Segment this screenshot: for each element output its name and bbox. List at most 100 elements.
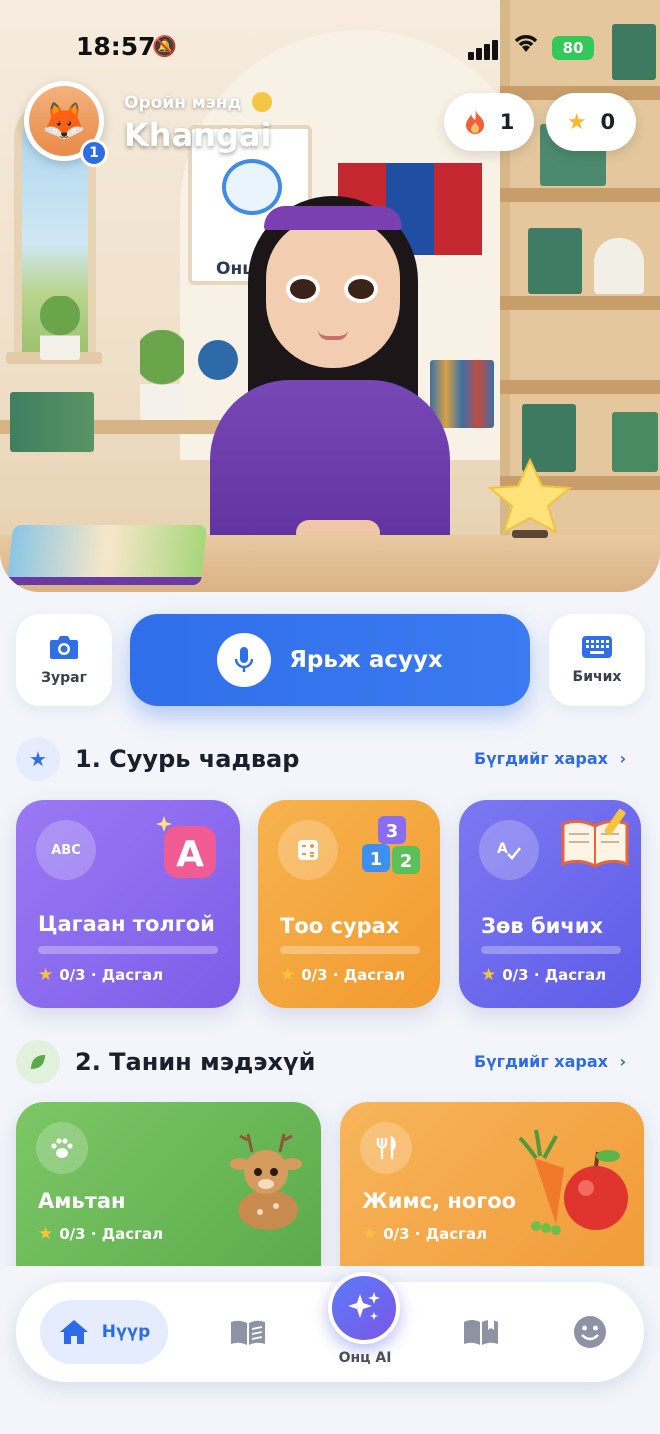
avatar-level-badge: 1	[80, 139, 108, 167]
number-blocks-icon: 3 1 2	[362, 816, 420, 874]
card-meta-label: 0/3 · Дасгал	[59, 1225, 164, 1243]
svg-text:A: A	[176, 834, 204, 875]
username: Khangai	[124, 116, 272, 154]
chevron-right-icon: ›	[619, 749, 627, 768]
card-title: Амьтан	[38, 1189, 126, 1213]
nav-library-tab[interactable]	[459, 1310, 503, 1354]
plant	[140, 330, 184, 420]
star-icon: ★	[38, 965, 54, 985]
nav-home-label: Нүүр	[101, 1322, 151, 1342]
status-time: 18:57	[76, 32, 156, 61]
card-meta: ★ 0/3 · Дасгал	[38, 965, 163, 985]
girl-headband	[264, 206, 402, 230]
stars-count: 0	[600, 110, 616, 134]
card-meta-label: 0/3 · Дасгал	[502, 966, 607, 984]
card-title: Зөв бичих	[481, 914, 604, 938]
course-card-numbers[interactable]: 3 1 2 Тоо сурах ★ 0/3 · Дасгал	[258, 800, 440, 1008]
chevron-right-icon: ›	[619, 1052, 627, 1071]
card-meta-label: 0/3 · Дасгал	[301, 966, 406, 984]
smiley-icon	[574, 1316, 606, 1348]
section-leaf-icon	[16, 1040, 60, 1084]
write-button-label: Бичих	[572, 669, 622, 685]
open-book	[6, 525, 208, 585]
photo-button-label: Зураг	[41, 670, 87, 686]
cellular-signal-icon	[468, 38, 502, 60]
wifi-icon	[512, 32, 540, 60]
logo-face	[222, 159, 282, 215]
card-title: Жимс, ногоо	[362, 1189, 517, 1213]
sun-icon	[252, 92, 272, 112]
see-all-label: Бүгдийг харах	[474, 1052, 608, 1071]
ai-assistant-label: Онц AI	[338, 1350, 392, 1366]
apple-carrot-icon	[518, 1129, 628, 1235]
letter-a-icon: A	[156, 816, 216, 878]
star-icon: ★	[362, 1224, 378, 1244]
section-title: 1. Суурь чадвар	[75, 745, 300, 773]
star-icon: ★	[481, 965, 497, 985]
svg-text:1: 1	[370, 849, 383, 870]
book	[528, 228, 582, 294]
write-button[interactable]: Бичих	[549, 614, 645, 706]
star-icon: ★	[280, 965, 296, 985]
card-progress-bar	[38, 946, 218, 954]
speak-ask-button[interactable]: Ярьж асуух	[130, 614, 530, 706]
nav-profile-tab[interactable]	[568, 1310, 612, 1354]
see-all-link[interactable]: Бүгдийг харах ›	[474, 1052, 626, 1071]
book-row	[430, 360, 494, 428]
book	[612, 412, 658, 472]
deer-icon	[230, 1133, 302, 1230]
course-card-spelling[interactable]: A Зөв бичих ★ 0/3 · Дасгал	[459, 800, 641, 1008]
spell-check-icon: A	[479, 820, 539, 880]
see-all-link[interactable]: Бүгдийг харах ›	[474, 749, 626, 768]
girl-eye	[344, 275, 378, 303]
nav-lessons-tab[interactable]	[226, 1310, 270, 1354]
section-star-icon: ★	[16, 737, 60, 781]
photo-button[interactable]: Зураг	[16, 614, 112, 706]
card-title: Тоо сурах	[280, 914, 400, 938]
keyboard-icon	[582, 636, 612, 658]
book	[10, 392, 94, 452]
girl-eye	[286, 275, 320, 303]
nav-home-tab[interactable]: Нүүр	[40, 1300, 168, 1364]
section-title: 2. Танин мэдэхүй	[75, 1048, 316, 1076]
card-meta-label: 0/3 · Дасгал	[383, 1225, 488, 1243]
fork-knife-icon	[360, 1122, 412, 1174]
sparkles-icon	[348, 1292, 380, 1320]
card-title: Цагаан толгой	[38, 912, 215, 936]
abc-icon: ABC	[36, 820, 96, 880]
book-open-bookmark-icon	[464, 1320, 498, 1345]
star-icon: ★	[566, 109, 587, 135]
mic-icon	[217, 633, 272, 687]
calculator-icon	[278, 820, 338, 880]
streak-pill[interactable]: 1	[444, 93, 534, 151]
book-icon	[231, 1320, 265, 1345]
card-progress-bar	[481, 946, 621, 954]
card-meta: ★ 0/3 · Дасгал	[481, 965, 606, 985]
card-meta: ★ 0/3 · Дасгал	[38, 1224, 163, 1244]
streak-count: 1	[499, 110, 515, 134]
course-card-animals[interactable]: Амьтан ★ 0/3 · Дасгал	[16, 1102, 321, 1292]
home-icon	[59, 1320, 88, 1344]
globe	[198, 340, 238, 380]
stars-pill[interactable]: ★ 0	[546, 93, 636, 151]
battery-indicator: 80	[552, 36, 594, 60]
svg-text:A: A	[497, 841, 508, 857]
camera-icon	[50, 636, 78, 659]
svg-text:3: 3	[386, 821, 399, 842]
ger-model	[594, 238, 644, 294]
course-card-fruits-vegetables[interactable]: Жимс, ногоо ★ 0/3 · Дасгал	[340, 1102, 644, 1292]
speak-ask-label: Ярьж асуух	[289, 647, 443, 673]
svg-text:2: 2	[400, 851, 413, 872]
open-book-pencil-icon	[561, 809, 629, 868]
bell-off-icon: 🔕	[152, 34, 177, 58]
card-meta-label: 0/3 · Дасгал	[59, 966, 164, 984]
plant	[40, 296, 80, 360]
card-meta: ★ 0/3 · Дасгал	[280, 965, 405, 985]
see-all-label: Бүгдийг харах	[474, 749, 608, 768]
paw-icon	[36, 1122, 88, 1174]
card-meta: ★ 0/3 · Дасгал	[362, 1224, 487, 1244]
status-bar: 18:57 🔕 80	[0, 0, 660, 96]
star-lamp-icon	[487, 458, 573, 538]
ai-assistant-button[interactable]	[328, 1272, 400, 1344]
course-card-alphabet[interactable]: ABC A Цагаан толгой ★ 0/3 · Дасгал	[16, 800, 240, 1008]
